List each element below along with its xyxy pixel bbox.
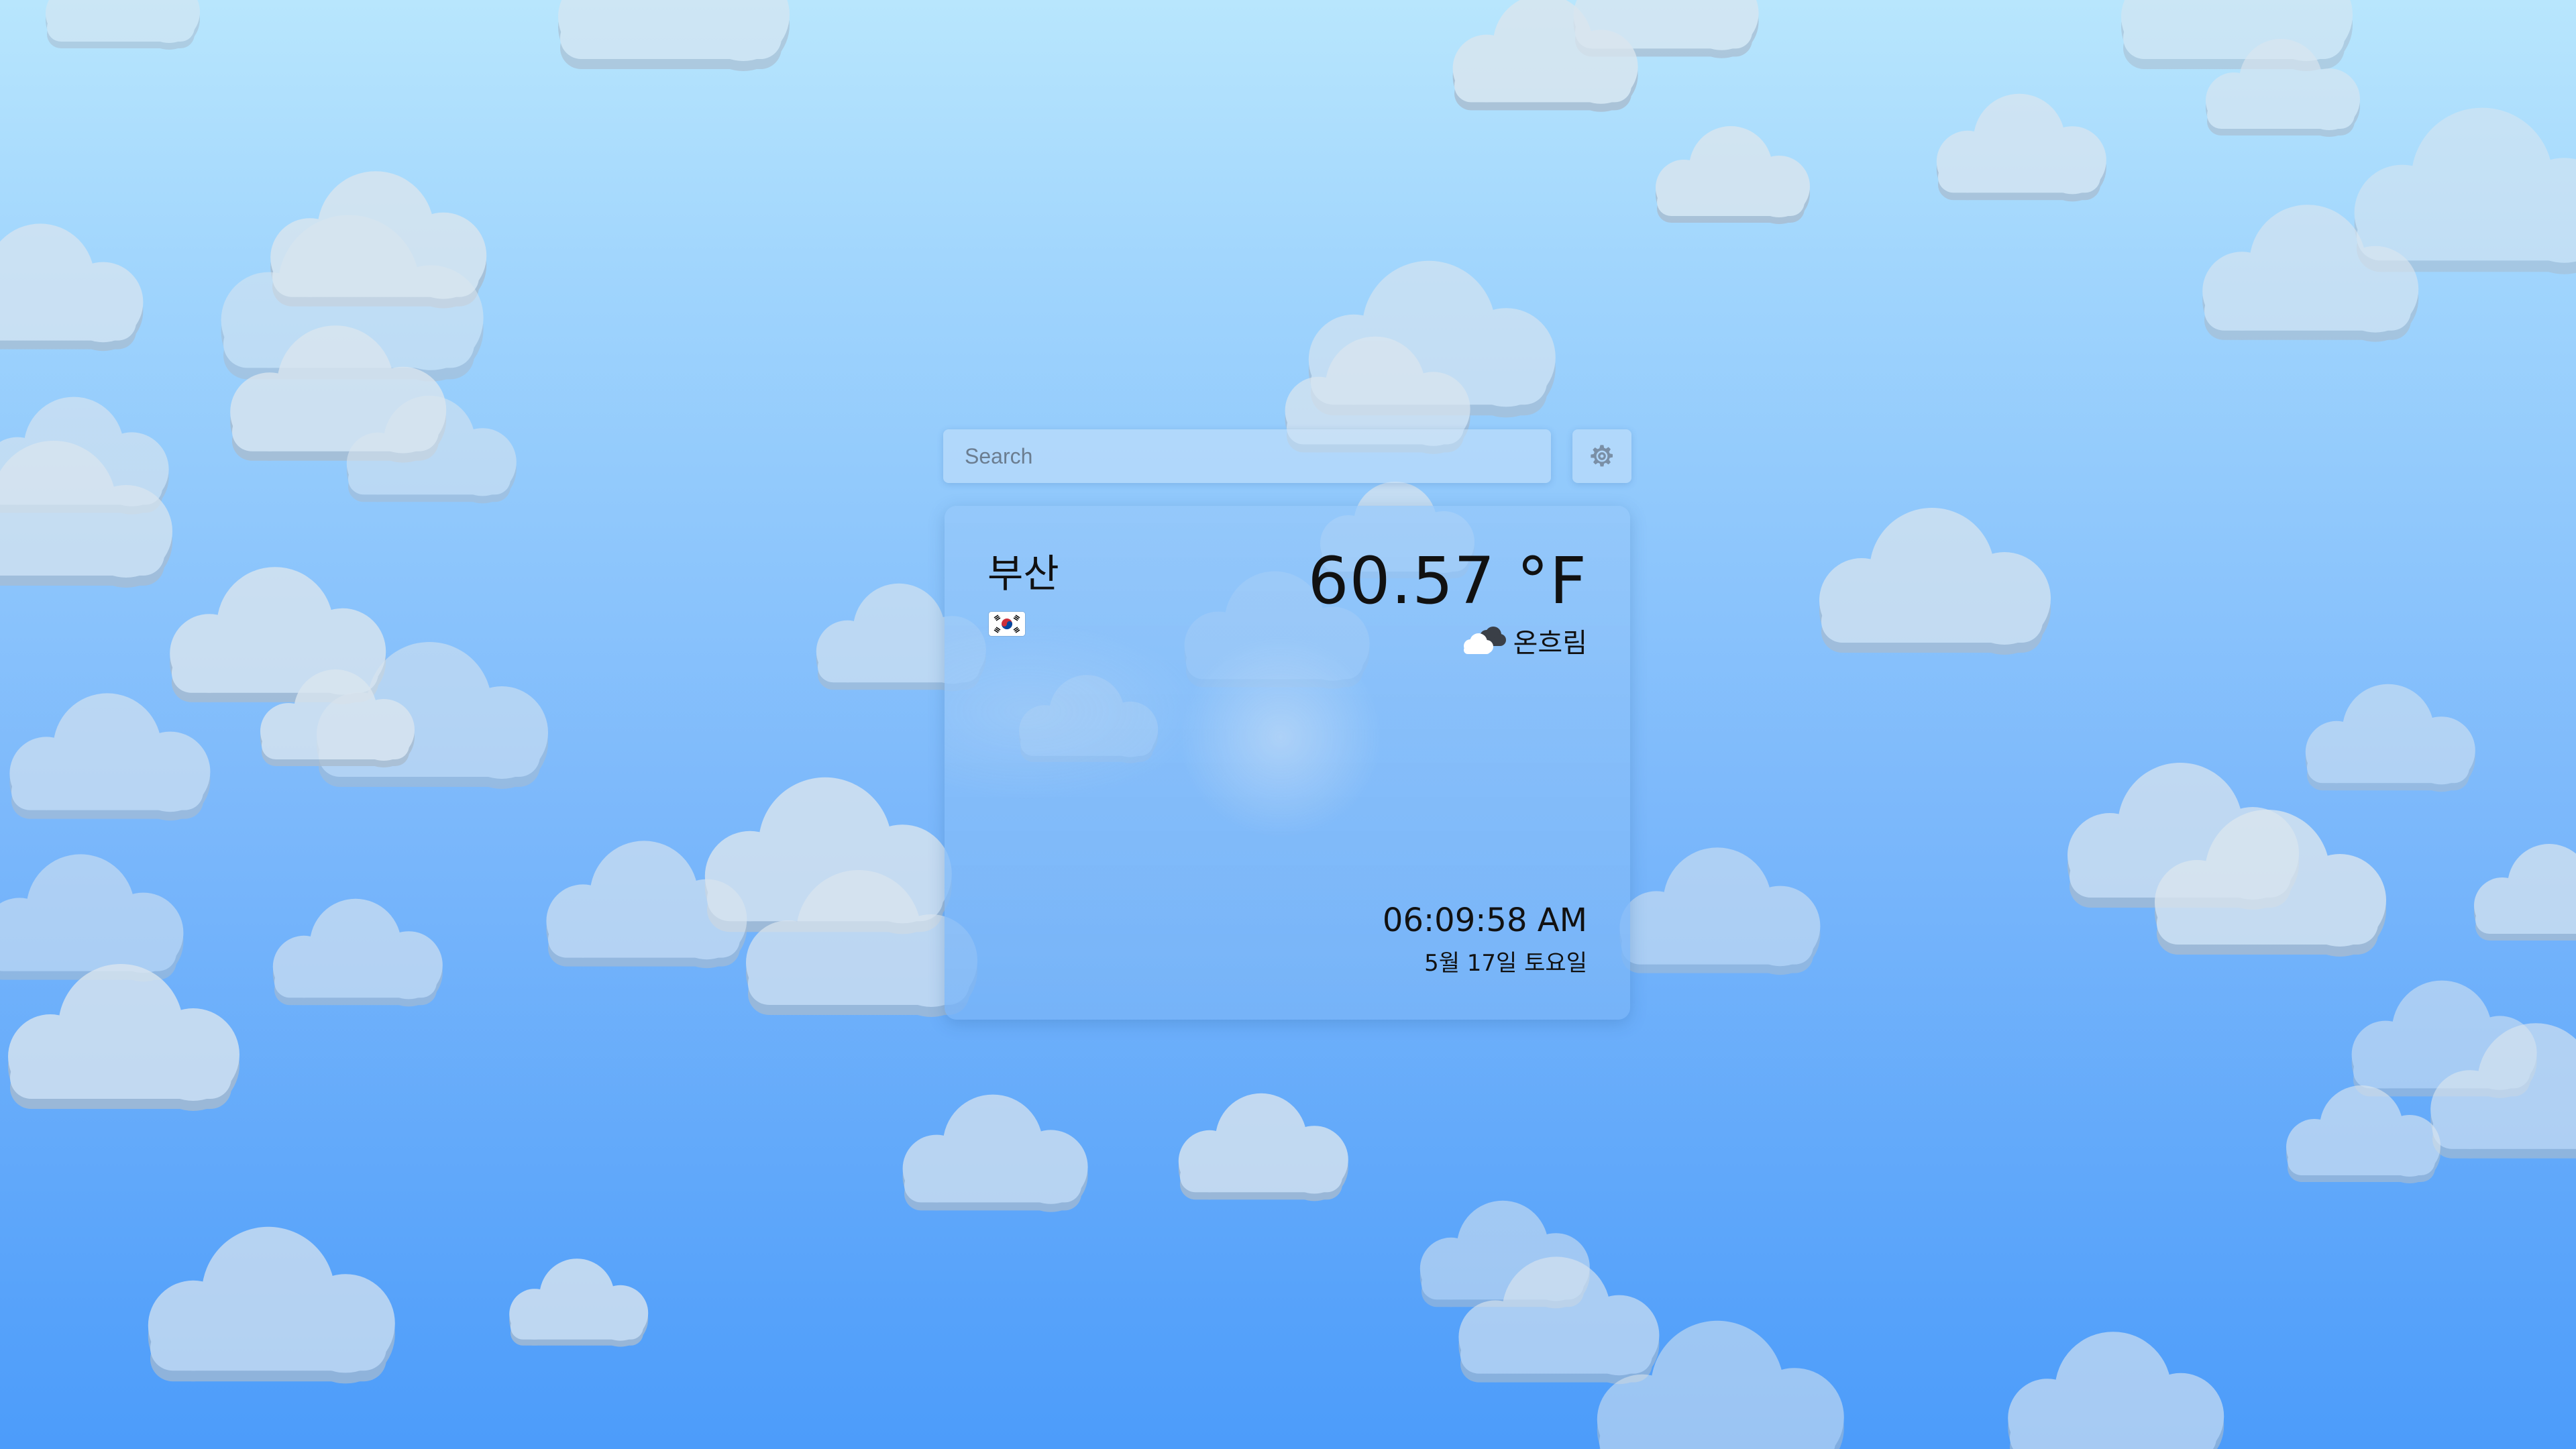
condition-label: 온흐림	[1513, 628, 1587, 659]
cloud	[148, 1226, 395, 1384]
cloud	[509, 1258, 649, 1347]
cloud	[2286, 1085, 2440, 1183]
weather-card: 부산 60.57 °F 온흐림 06:09:58 AM 5월 17일 토요일	[945, 506, 1630, 1020]
search-input[interactable]	[943, 429, 1551, 483]
weather-app: 부산 60.57 °F	[0, 0, 2576, 1449]
cloud	[2305, 684, 2475, 792]
temperature: 60.57 °F	[1307, 543, 1587, 619]
cloud	[272, 898, 443, 1007]
cloud	[46, 0, 200, 50]
cloud	[1656, 126, 1810, 224]
cloud	[1819, 508, 2051, 655]
south-korea-flag-icon	[989, 612, 1025, 636]
current-date: 5월 17일 토요일	[1424, 950, 1587, 977]
cloud	[0, 223, 144, 352]
cloud	[558, 0, 790, 71]
cloud	[1936, 93, 2106, 202]
cloud	[0, 854, 184, 982]
cloud	[2008, 1332, 2224, 1449]
cloud	[9, 693, 211, 821]
cloud	[8, 964, 239, 1111]
cloud	[902, 1094, 1088, 1212]
settings-button[interactable]	[1572, 429, 1631, 483]
cloudy-icon	[1463, 627, 1506, 654]
gear-icon	[1591, 445, 1613, 467]
cloud	[1619, 847, 1821, 975]
weather-condition: 온흐림	[1457, 621, 1587, 660]
cloud	[2474, 844, 2576, 941]
city-name: 부산	[987, 551, 1059, 596]
cloud	[1178, 1093, 1348, 1201]
cloud	[2121, 0, 2353, 71]
search-bar	[943, 429, 1551, 483]
current-time: 06:09:58 AM	[1382, 902, 1587, 939]
